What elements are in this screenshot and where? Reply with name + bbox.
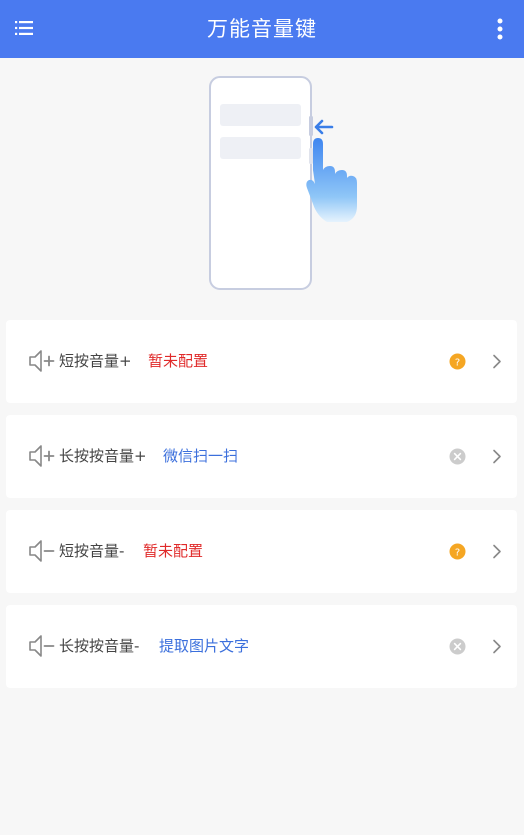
page-title: 万能音量键: [207, 17, 317, 41]
item-value: 暂未配置: [148, 352, 209, 370]
chevron-right-icon: [490, 543, 504, 560]
item-value: 微信扫一扫: [163, 447, 239, 465]
list-item[interactable]: 长按按音量+ 微信扫一扫: [6, 415, 517, 498]
svg-text:?: ?: [455, 547, 460, 558]
item-value: 暂未配置: [143, 542, 204, 560]
item-value: 提取图片文字: [159, 637, 250, 655]
help-icon[interactable]: ?: [449, 543, 466, 560]
volume-down-icon: [28, 538, 58, 564]
item-label: 短按音量-: [59, 542, 125, 560]
chevron-right-icon: [490, 353, 504, 370]
svg-text:?: ?: [455, 357, 460, 368]
app-header: 万能音量键: [0, 0, 524, 58]
help-icon[interactable]: ?: [449, 353, 466, 370]
volume-up-icon: [28, 348, 58, 374]
clear-icon[interactable]: [449, 448, 466, 465]
phone-illustration: [195, 70, 370, 295]
list-item[interactable]: 长按按音量- 提取图片文字: [6, 605, 517, 688]
clear-icon[interactable]: [449, 638, 466, 655]
volume-down-icon: [28, 633, 58, 659]
more-vertical-icon[interactable]: [488, 14, 512, 44]
list-item[interactable]: 短按音量+ 暂未配置 ?: [6, 320, 517, 403]
chevron-right-icon: [490, 638, 504, 655]
volume-up-icon: [28, 443, 58, 469]
item-label: 长按按音量+: [59, 447, 147, 465]
item-label: 长按按音量-: [59, 637, 140, 655]
item-label: 短按音量+: [59, 352, 132, 370]
list-item[interactable]: 短按音量- 暂未配置 ?: [6, 510, 517, 593]
chevron-right-icon: [490, 448, 504, 465]
